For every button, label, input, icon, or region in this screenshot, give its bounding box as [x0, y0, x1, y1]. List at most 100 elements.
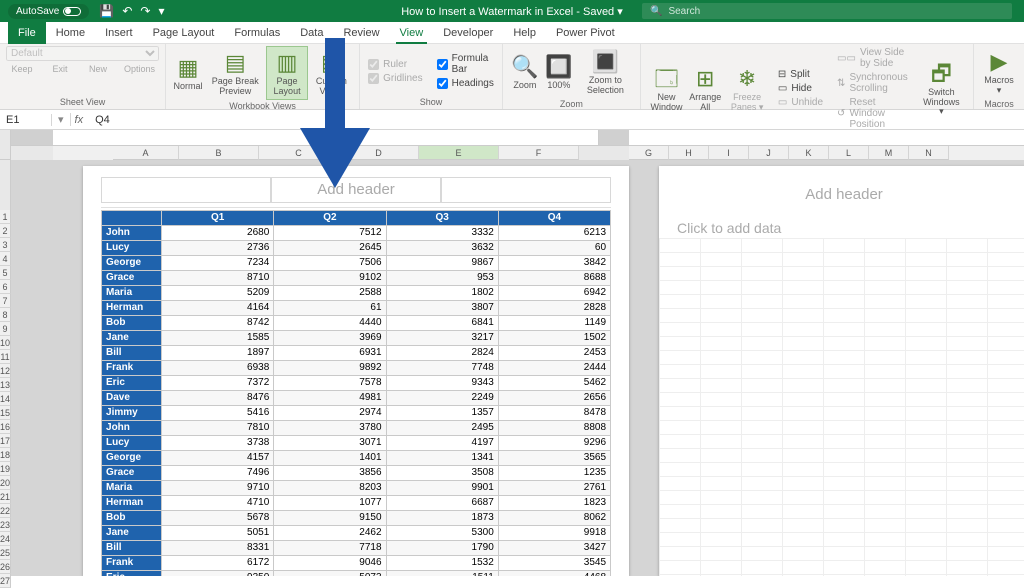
cell[interactable]: 1235	[498, 466, 610, 481]
cell[interactable]: 5073	[274, 571, 386, 577]
empty-cell[interactable]	[701, 561, 742, 575]
empty-cell[interactable]	[660, 309, 701, 323]
col-a[interactable]: A	[113, 146, 179, 160]
empty-cell[interactable]	[947, 533, 988, 547]
empty-cell[interactable]	[742, 449, 783, 463]
cell[interactable]: Eric	[102, 376, 162, 391]
cell[interactable]: 4468	[498, 571, 610, 577]
empty-cell[interactable]	[947, 379, 988, 393]
cell[interactable]: 2645	[274, 241, 386, 256]
empty-cell[interactable]	[988, 449, 1024, 463]
empty-cell[interactable]	[824, 337, 865, 351]
empty-cell[interactable]	[701, 351, 742, 365]
table-row[interactable]: George4157140113413565	[102, 451, 611, 466]
empty-cell[interactable]	[906, 337, 947, 351]
empty-cell[interactable]	[865, 295, 906, 309]
empty-cell[interactable]	[824, 449, 865, 463]
empty-cell[interactable]	[988, 379, 1024, 393]
empty-cell[interactable]	[988, 547, 1024, 561]
cell[interactable]: 8203	[274, 481, 386, 496]
tab-view[interactable]: View	[390, 22, 434, 44]
empty-cell[interactable]	[906, 407, 947, 421]
empty-cell[interactable]	[742, 421, 783, 435]
empty-cell[interactable]	[783, 533, 824, 547]
cell[interactable]: 1532	[386, 556, 498, 571]
empty-cell[interactable]	[701, 337, 742, 351]
cell[interactable]: 2656	[498, 391, 610, 406]
empty-cell[interactable]	[783, 393, 824, 407]
empty-cell[interactable]	[865, 561, 906, 575]
cell[interactable]: 9102	[274, 271, 386, 286]
table-row[interactable]: Maria9710820399012761	[102, 481, 611, 496]
row-27[interactable]: 27	[0, 574, 11, 588]
col-d[interactable]: D	[339, 146, 419, 160]
cell[interactable]: 3807	[386, 301, 498, 316]
cell[interactable]: 8476	[162, 391, 274, 406]
empty-cell[interactable]	[742, 365, 783, 379]
empty-cell[interactable]	[865, 393, 906, 407]
tab-home[interactable]: Home	[46, 22, 95, 44]
empty-cell[interactable]	[824, 407, 865, 421]
cell[interactable]: Grace	[102, 271, 162, 286]
empty-cell[interactable]	[660, 491, 701, 505]
search-box[interactable]: 🔍 Search	[642, 3, 1012, 19]
empty-cell[interactable]	[947, 281, 988, 295]
th[interactable]: Q1	[162, 211, 274, 226]
empty-cell[interactable]	[742, 435, 783, 449]
empty-cell[interactable]	[906, 309, 947, 323]
save-icon[interactable]: 💾	[99, 4, 114, 18]
empty-cell[interactable]	[988, 281, 1024, 295]
col-h[interactable]: H	[669, 146, 709, 160]
row-21[interactable]: 21	[0, 490, 11, 504]
col-n[interactable]: N	[909, 146, 949, 160]
cell[interactable]: 4164	[162, 301, 274, 316]
empty-cell[interactable]	[824, 309, 865, 323]
row-15[interactable]: 15	[0, 406, 11, 420]
cell[interactable]: 3071	[274, 436, 386, 451]
empty-cell[interactable]	[824, 561, 865, 575]
cell[interactable]: 5209	[162, 286, 274, 301]
cell[interactable]: Maria	[102, 286, 162, 301]
empty-cell[interactable]	[783, 491, 824, 505]
empty-cell[interactable]	[988, 351, 1024, 365]
empty-cell[interactable]	[742, 491, 783, 505]
cell[interactable]: Frank	[102, 556, 162, 571]
tab-insert[interactable]: Insert	[95, 22, 143, 44]
empty-cell[interactable]	[824, 519, 865, 533]
empty-cell[interactable]	[906, 267, 947, 281]
col-b[interactable]: B	[179, 146, 259, 160]
empty-cell[interactable]	[824, 379, 865, 393]
empty-cell[interactable]	[701, 547, 742, 561]
empty-cell[interactable]	[742, 561, 783, 575]
empty-cell[interactable]	[824, 295, 865, 309]
empty-cell[interactable]	[865, 309, 906, 323]
empty-cell[interactable]	[824, 547, 865, 561]
empty-cell[interactable]	[824, 421, 865, 435]
cell[interactable]: 6687	[386, 496, 498, 511]
tab-formulas[interactable]: Formulas	[224, 22, 290, 44]
cell[interactable]: 2761	[498, 481, 610, 496]
zoom100-button[interactable]: 🔲100%	[543, 51, 575, 93]
click-to-add-hint[interactable]: Click to add data	[659, 212, 1024, 236]
zoomselection-button[interactable]: 🔳Zoom to Selection	[577, 46, 634, 98]
empty-cell[interactable]	[947, 435, 988, 449]
tab-data[interactable]: Data	[290, 22, 333, 44]
empty-cell[interactable]	[660, 379, 701, 393]
cell[interactable]: 1873	[386, 511, 498, 526]
empty-cell[interactable]	[783, 267, 824, 281]
cell[interactable]: 2680	[162, 226, 274, 241]
table-row[interactable]: Jimmy5416297413578478	[102, 406, 611, 421]
cell[interactable]: 5416	[162, 406, 274, 421]
empty-cell[interactable]	[701, 267, 742, 281]
empty-cell[interactable]	[865, 379, 906, 393]
cell[interactable]: 4197	[386, 436, 498, 451]
cell[interactable]: 9350	[162, 571, 274, 577]
cell[interactable]: Bill	[102, 346, 162, 361]
empty-cell[interactable]	[906, 239, 947, 253]
cell[interactable]: Jimmy	[102, 406, 162, 421]
row-19[interactable]: 19	[0, 462, 11, 476]
empty-cell[interactable]	[988, 519, 1024, 533]
cell[interactable]: 8331	[162, 541, 274, 556]
empty-cell[interactable]	[865, 547, 906, 561]
th[interactable]: Q2	[274, 211, 386, 226]
